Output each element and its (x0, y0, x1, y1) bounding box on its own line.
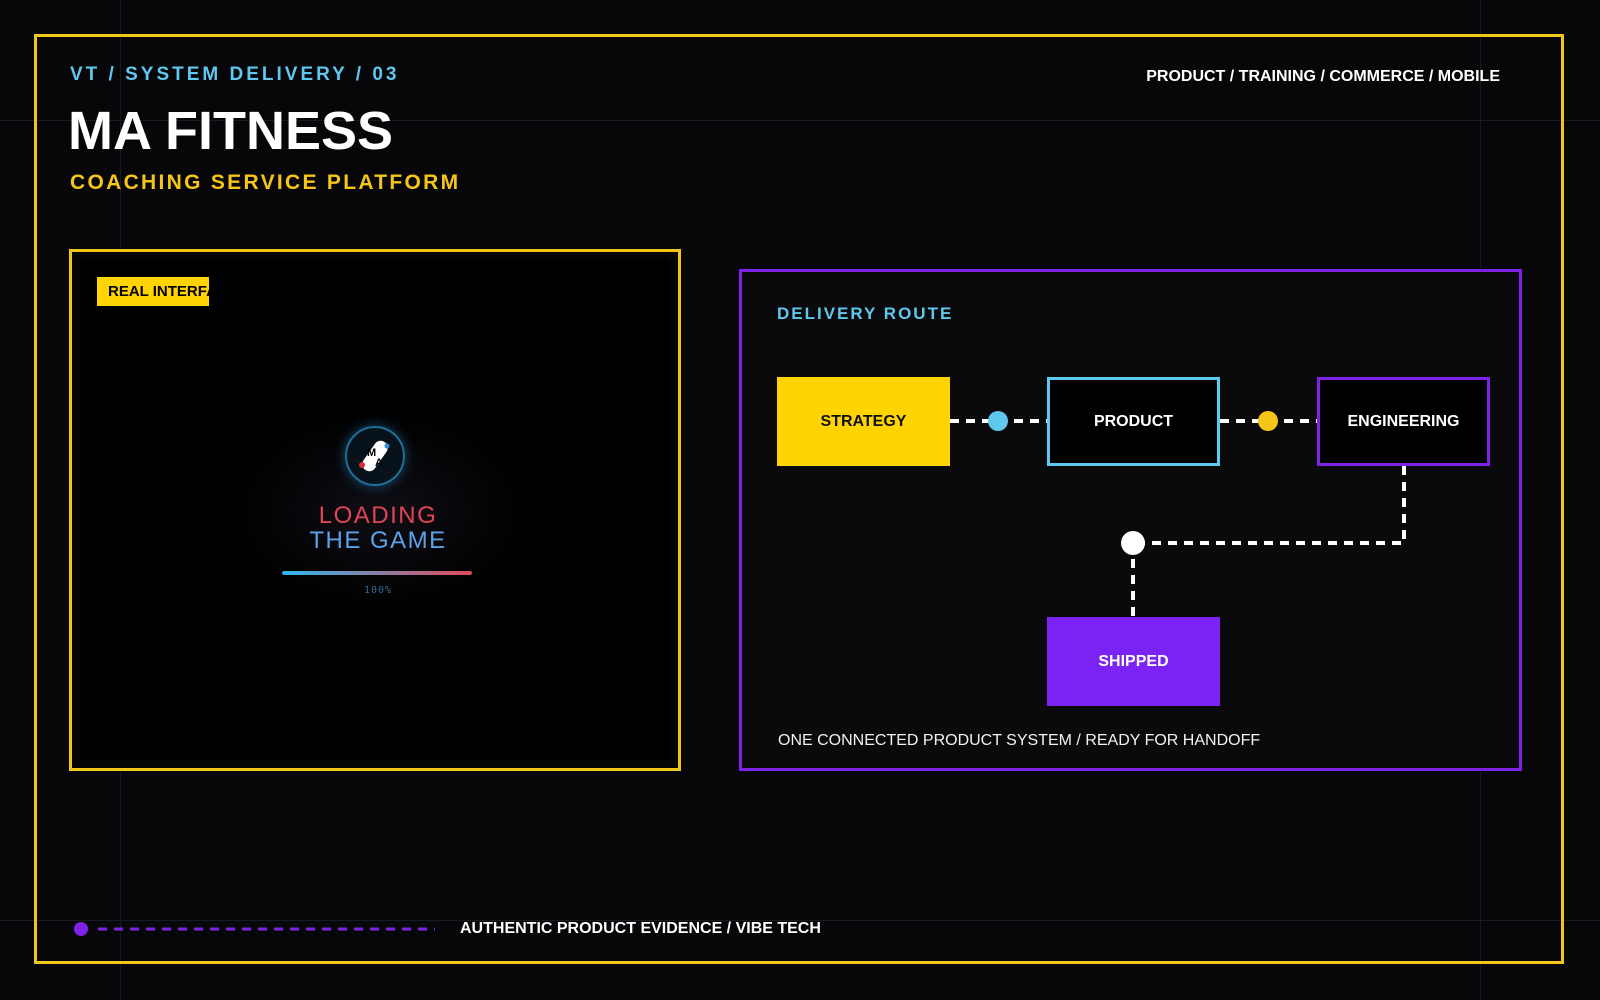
logo-letter-a: A (375, 457, 383, 469)
node-engineering-label: ENGINEERING (1347, 412, 1460, 430)
connector-engineering-hub (1133, 466, 1406, 545)
route-dot-cyan (988, 411, 1008, 431)
node-product: PRODUCT (1047, 377, 1220, 466)
page-subtitle: COACHING SERVICE PLATFORM (70, 171, 461, 194)
node-strategy: STRATEGY (777, 377, 950, 466)
loading-text-line1: LOADING (318, 502, 438, 529)
loading-progress-fill (282, 571, 472, 575)
route-title: DELIVERY ROUTE (777, 304, 954, 323)
route-dot-yellow (1258, 411, 1278, 431)
screenshot-panel: REAL INTERFACE M A LOADING THE GAME 100% (69, 249, 681, 771)
route-dot-white (1121, 531, 1145, 555)
node-product-label: PRODUCT (1093, 412, 1174, 430)
real-interface-badge: REAL INTERFACE (97, 277, 209, 306)
page-title: MA FITNESS (68, 101, 394, 161)
loading-text-line2: THE GAME (309, 527, 447, 554)
footer-dot (74, 922, 88, 936)
logo-mark-icon: M A (359, 440, 390, 472)
node-engineering: ENGINEERING (1317, 377, 1490, 466)
footer-dashed-line (74, 922, 435, 936)
eyebrow: VT / SYSTEM DELIVERY / 03 (70, 64, 400, 85)
footer-text: AUTHENTIC PRODUCT EVIDENCE / VIBE TECH (460, 920, 821, 937)
node-shipped: SHIPPED (1047, 617, 1220, 706)
node-strategy-label: STRATEGY (820, 412, 907, 430)
node-shipped-label: SHIPPED (1098, 652, 1169, 670)
route-footer-text: ONE CONNECTED PRODUCT SYSTEM / READY FOR… (778, 732, 1261, 749)
delivery-route-panel: DELIVERY ROUTE STRATEGY PRODUCT ENGINEER… (739, 269, 1522, 771)
loading-progress-bar (282, 571, 472, 575)
screenshot-viewport: REAL INTERFACE M A LOADING THE GAME 100% (80, 260, 670, 760)
loading-percent: 100% (363, 585, 393, 596)
logo-icon: M A (345, 426, 405, 486)
tagline: PRODUCT / TRAINING / COMMERCE / MOBILE (1146, 68, 1500, 85)
